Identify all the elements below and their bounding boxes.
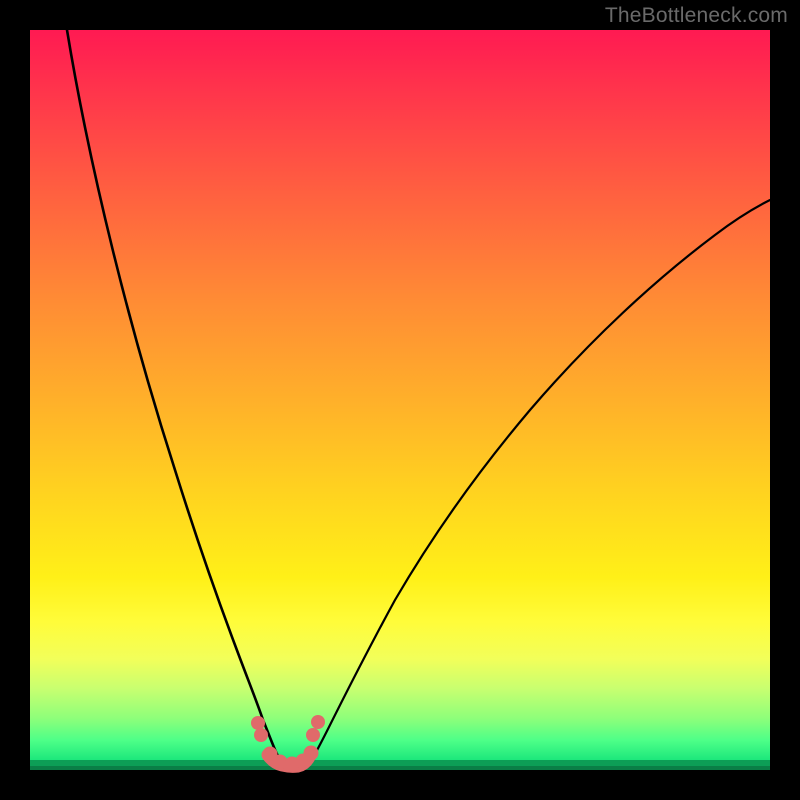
chart-svg xyxy=(30,30,770,770)
marker-dot xyxy=(306,728,320,742)
curve-left-branch xyxy=(67,30,284,766)
marker-dot xyxy=(311,715,325,729)
bottom-strip-2 xyxy=(30,766,770,770)
marker-dot xyxy=(254,728,268,742)
chart-plot-area xyxy=(30,30,770,770)
watermark-text: TheBottleneck.com xyxy=(605,4,788,28)
chart-frame: TheBottleneck.com xyxy=(0,0,800,800)
marker-dot xyxy=(251,716,265,730)
curve-right-branch xyxy=(308,200,770,766)
marker-dot xyxy=(304,746,319,761)
bottom-strip-1 xyxy=(30,760,770,766)
